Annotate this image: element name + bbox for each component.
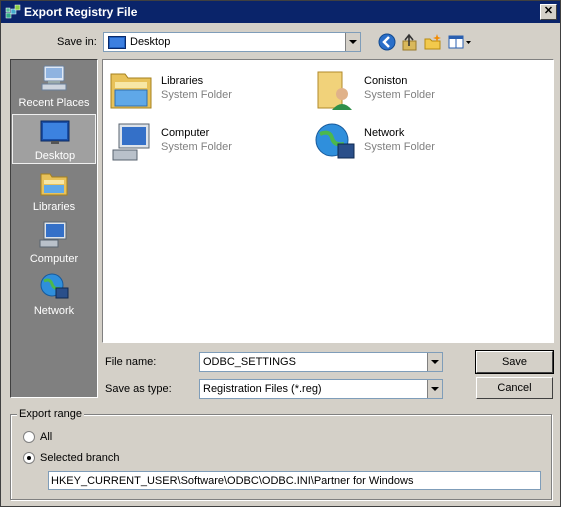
export-registry-dialog: Export Registry File ✕ Save in: Desktop xyxy=(0,0,561,507)
place-label: Recent Places xyxy=(18,97,90,109)
file-name-value: ODBC_SETTINGS xyxy=(203,356,296,368)
save-type-value: Registration Files (*.reg) xyxy=(203,383,322,395)
chevron-down-icon[interactable] xyxy=(345,33,360,51)
title-bar[interactable]: Export Registry File ✕ xyxy=(1,1,560,23)
user-folder-icon xyxy=(317,71,352,110)
close-button[interactable]: ✕ xyxy=(540,4,557,20)
regedit-icon xyxy=(5,4,21,19)
file-list[interactable]: Libraries System Folder Coniston System … xyxy=(102,59,554,343)
view-menu-icon[interactable] xyxy=(447,32,473,52)
place-label: Computer xyxy=(29,253,79,265)
desktop-small-icon xyxy=(108,36,126,49)
list-item-network[interactable]: Network System Folder xyxy=(306,116,496,162)
branch-path-value: HKEY_CURRENT_USER\Software\ODBC\ODBC.INI… xyxy=(51,475,414,487)
selected-branch-label[interactable]: Selected branch xyxy=(40,452,120,464)
file-type: System Folder xyxy=(364,141,435,153)
all-radio-label[interactable]: All xyxy=(40,431,52,443)
file-name: Computer xyxy=(161,127,210,139)
place-recent-places[interactable]: Recent Places xyxy=(12,62,96,112)
all-radio[interactable] xyxy=(23,431,35,443)
list-item-coniston[interactable]: Coniston System Folder xyxy=(306,64,496,110)
place-desktop[interactable]: Desktop xyxy=(12,114,96,164)
file-type: System Folder xyxy=(161,89,232,101)
file-name: Network xyxy=(364,127,405,139)
selected-branch-radio[interactable] xyxy=(23,452,35,464)
place-libraries[interactable]: Libraries xyxy=(12,166,96,216)
desktop-icon xyxy=(40,120,70,144)
list-item-libraries[interactable]: Libraries System Folder xyxy=(103,64,293,110)
places-bar: Recent Places Desktop Libraries Computer… xyxy=(10,59,98,398)
file-name: Libraries xyxy=(161,75,204,87)
save-button[interactable]: Save xyxy=(475,350,554,374)
chevron-down-icon[interactable] xyxy=(427,380,442,398)
file-name: Coniston xyxy=(364,75,408,87)
file-type: System Folder xyxy=(364,89,435,101)
cancel-button[interactable]: Cancel xyxy=(476,377,553,399)
back-icon[interactable] xyxy=(377,32,399,52)
save-in-value: Desktop xyxy=(130,36,171,48)
place-computer[interactable]: Computer xyxy=(12,218,96,268)
place-label: Desktop xyxy=(34,150,76,162)
up-folder-icon[interactable] xyxy=(399,32,421,52)
file-name-label: File name: xyxy=(105,356,157,368)
chevron-down-icon[interactable] xyxy=(427,353,442,371)
file-name-input[interactable]: ODBC_SETTINGS xyxy=(199,352,443,372)
libraries-folder-icon xyxy=(110,73,152,109)
libraries-icon xyxy=(40,173,68,196)
window-title: Export Registry File xyxy=(24,5,138,19)
computer-icon xyxy=(39,221,67,248)
save-in-dropdown[interactable]: Desktop xyxy=(103,32,361,52)
place-label: Network xyxy=(33,305,75,317)
list-item-computer[interactable]: Computer System Folder xyxy=(103,116,293,162)
branch-path-input[interactable]: HKEY_CURRENT_USER\Software\ODBC\ODBC.INI… xyxy=(48,471,541,490)
recent-places-icon xyxy=(41,65,67,91)
network-icon xyxy=(40,273,69,299)
save-in-label: Save in: xyxy=(57,36,97,48)
network-icon xyxy=(315,123,355,159)
computer-icon xyxy=(112,123,150,161)
file-type: System Folder xyxy=(161,141,232,153)
place-network[interactable]: Network xyxy=(12,270,96,320)
save-type-label: Save as type: xyxy=(105,383,172,395)
new-folder-icon[interactable] xyxy=(422,32,444,52)
save-type-dropdown[interactable]: Registration Files (*.reg) xyxy=(199,379,443,399)
place-label: Libraries xyxy=(32,201,76,213)
export-range-title: Export range xyxy=(17,408,84,420)
